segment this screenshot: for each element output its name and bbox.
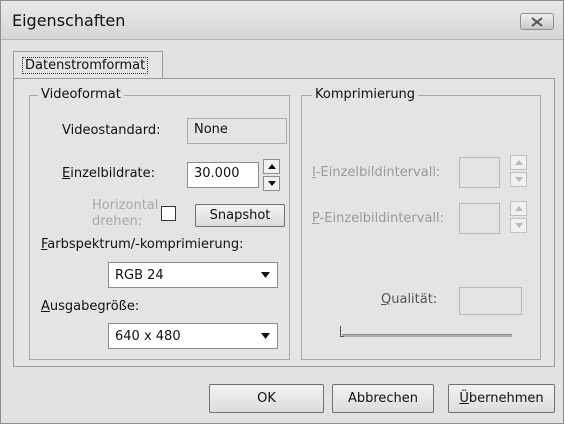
outsize-dropdown-button[interactable]	[256, 326, 275, 346]
quality-label-text: ualität:	[391, 292, 438, 307]
quality-input	[459, 287, 522, 315]
close-icon	[531, 17, 543, 27]
colorspace-label-text: arbspektrum/-komprimierung:	[47, 237, 244, 252]
cancel-button-label: Abbrechen	[347, 391, 419, 406]
window-title: Eigenschaften	[12, 11, 126, 30]
snapshot-button[interactable]: Snapshot	[195, 204, 285, 227]
outsize-label-text: usgabegröße:	[49, 299, 140, 314]
compression-group: Komprimierung I-Einzelbildintervall: P-E…	[301, 87, 541, 360]
quality-mnemonic: Q	[381, 292, 392, 307]
flip-label-line2: drehen:	[92, 214, 143, 229]
p-interval-spin-down[interactable]	[510, 218, 527, 233]
colorspace-dropdown-button[interactable]	[256, 265, 275, 285]
apply-button[interactable]: Übernehmen	[448, 384, 555, 413]
quality-slider-track[interactable]	[342, 334, 512, 337]
outsize-mnemonic: A	[41, 299, 50, 314]
outsize-value: 640 x 480	[115, 329, 181, 344]
chevron-down-icon	[261, 333, 270, 339]
p-interval-label-text: -Einzelbildintervall:	[319, 211, 445, 226]
arrow-up-icon	[268, 164, 276, 169]
p-interval-mnemonic: P	[312, 211, 320, 226]
close-button[interactable]	[520, 13, 554, 30]
i-interval-label: I-Einzelbildintervall:	[312, 165, 440, 180]
title-bar[interactable]: Eigenschaften	[1, 1, 563, 40]
arrow-up-icon	[515, 206, 523, 211]
tab-label: Datenstromformat	[22, 57, 149, 74]
cancel-button[interactable]: Abbrechen	[332, 384, 434, 413]
arrow-down-icon	[515, 223, 523, 228]
colorspace-value: RGB 24	[115, 268, 164, 283]
videostandard-field: None	[187, 118, 287, 144]
framerate-label: Einzelbildrate:	[62, 166, 155, 181]
colorspace-label: Farbspektrum/-komprimierung:	[41, 237, 243, 252]
outsize-label: Ausgabegröße:	[41, 299, 139, 314]
apply-button-text: bernehmen	[468, 391, 544, 406]
ok-button-label: OK	[257, 391, 276, 406]
framerate-spin-up[interactable]	[263, 159, 280, 174]
quality-slider-thumb[interactable]	[340, 326, 344, 337]
flip-label-line1: Horizontal	[92, 198, 159, 213]
apply-button-label: Übernehmen	[459, 391, 543, 406]
arrow-up-icon	[515, 160, 523, 165]
videoformat-group-label: Videoformat	[38, 87, 124, 102]
snapshot-button-label: Snapshot	[209, 208, 271, 223]
framerate-mnemonic: E	[62, 166, 71, 181]
compression-group-label: Komprimierung	[312, 87, 419, 102]
colorspace-select[interactable]: RGB 24	[108, 262, 278, 288]
ok-button[interactable]: OK	[209, 384, 324, 413]
quality-label: Qualität:	[381, 292, 437, 307]
chevron-down-icon	[261, 272, 270, 278]
i-interval-spin-up[interactable]	[510, 155, 527, 170]
apply-mnemonic: Ü	[459, 391, 469, 406]
tab-datenstromformat[interactable]: Datenstromformat	[13, 51, 163, 79]
outsize-select[interactable]: 640 x 480	[108, 323, 278, 349]
i-interval-spin-down[interactable]	[510, 172, 527, 187]
arrow-down-icon	[515, 177, 523, 182]
framerate-label-text: inzelbildrate:	[70, 166, 156, 181]
arrow-down-icon	[268, 181, 276, 186]
p-interval-spin-up[interactable]	[510, 201, 527, 216]
videostandard-label: Videostandard:	[62, 123, 161, 138]
framerate-spin-down[interactable]	[263, 176, 280, 191]
properties-dialog: Eigenschaften Datenstromformat Videoform…	[0, 0, 564, 424]
tab-panel: Videoformat Videostandard: None Einzelbi…	[13, 78, 555, 367]
videoformat-group: Videoformat Videostandard: None Einzelbi…	[29, 87, 290, 360]
i-interval-label-text: -Einzelbildintervall:	[315, 165, 441, 180]
p-interval-label: P-Einzelbildintervall:	[312, 211, 444, 226]
flip-checkbox[interactable]	[161, 206, 176, 221]
i-interval-input	[459, 157, 500, 188]
p-interval-input	[459, 203, 500, 234]
framerate-input[interactable]: 30.000	[187, 162, 259, 188]
